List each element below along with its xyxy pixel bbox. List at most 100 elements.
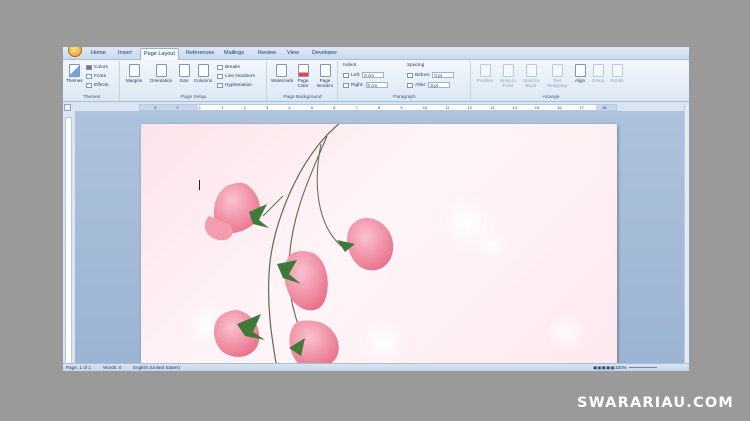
colors-button[interactable]: Colors <box>86 65 108 70</box>
ruler-number: 2 <box>176 105 179 110</box>
arrange-group-label: Arrange <box>542 95 560 100</box>
ruler-number: 11 <box>445 105 450 110</box>
breaks-label: Breaks <box>225 65 240 70</box>
vertical-ruler[interactable] <box>65 117 72 367</box>
group-label: Group <box>591 78 605 83</box>
breaks-button[interactable]: Breaks <box>217 65 240 70</box>
tab-selector-icon[interactable] <box>64 104 71 111</box>
spacing-before-input[interactable]: 0 pt <box>432 72 455 78</box>
office-button-icon[interactable] <box>68 47 82 57</box>
indent-right-row: Right: 0 cm <box>343 82 388 88</box>
ruler-number: 1 <box>221 105 224 110</box>
word-window: Home Insert Page Layout References Maili… <box>63 47 689 371</box>
rotate-icon <box>611 64 623 77</box>
rose-flower <box>204 182 269 241</box>
themes-icon <box>68 64 80 77</box>
spacing-title: Spacing <box>407 63 425 68</box>
effects-icon <box>86 83 92 88</box>
effects-button[interactable]: Effects <box>86 83 109 88</box>
tab-mailings[interactable]: Mailings <box>224 50 244 56</box>
size-button[interactable]: Size <box>177 64 191 83</box>
view-buttons[interactable]: ▣▣▣▣▣ <box>593 365 615 371</box>
zoom-level[interactable]: 100% <box>615 365 627 370</box>
page-background-group: Watermark Page Color Page Borders Page Bac… <box>268 61 338 101</box>
bokeh-circle <box>546 312 586 352</box>
position-label: Position <box>476 78 494 83</box>
themes-button[interactable]: Themes <box>66 64 83 83</box>
page-borders-button[interactable]: Page Borders <box>315 64 335 88</box>
ruler-number: 9 <box>400 105 403 110</box>
tab-view[interactable]: View <box>287 50 299 56</box>
text-wrapping-button[interactable]: Text Wrapping <box>545 64 569 88</box>
tab-home[interactable]: Home <box>91 50 106 56</box>
horizontal-ruler[interactable]: 3 2 1 1 2 3 4 5 6 7 8 9 10 11 12 13 14 15 16 17 18 <box>139 104 617 111</box>
indent-left-row: Left: 0 cm <box>343 72 385 78</box>
margins-button[interactable]: Margins <box>123 64 145 83</box>
ruler-number: 1 <box>198 105 202 110</box>
group-button[interactable]: Group <box>590 64 606 83</box>
hyphenation-icon <box>217 83 223 88</box>
columns-button[interactable]: Columns <box>192 64 214 83</box>
line-numbers-label: Line Numbers <box>225 74 255 79</box>
ruler-number: 4 <box>288 105 291 110</box>
tab-developer[interactable]: Developer <box>312 50 337 56</box>
send-to-back-button[interactable]: Send to Back <box>521 64 541 88</box>
hyphenation-button[interactable]: Hyphenation <box>217 83 252 88</box>
send-to-back-icon <box>525 64 537 77</box>
ribbon-tabs: Home Insert Page Layout References Maili… <box>63 47 689 60</box>
tab-insert[interactable]: Insert <box>118 50 132 56</box>
tab-page-layout[interactable]: Page Layout <box>140 48 179 60</box>
ruler-number: 15 <box>534 105 540 110</box>
page-count[interactable]: Page: 1 of 1 <box>66 365 91 370</box>
line-numbers-button[interactable]: Line Numbers <box>217 74 255 79</box>
flower-stem <box>316 143 342 247</box>
position-button[interactable]: Position <box>475 64 495 83</box>
ruler-number: 12 <box>467 105 473 110</box>
group-icon <box>592 64 604 77</box>
columns-icon <box>197 64 209 77</box>
spacing-before-icon <box>407 72 413 78</box>
colors-label: Colors <box>94 65 108 70</box>
status-bar: Page: 1 of 1 Words: 0 English (United St… <box>63 363 689 371</box>
site-watermark: SWARARIAU.COM <box>576 395 734 411</box>
size-icon <box>178 64 190 77</box>
zoom-slider[interactable] <box>629 367 657 368</box>
spacing-after-icon <box>407 82 413 88</box>
page-color-icon <box>297 64 309 77</box>
rose-flower <box>289 320 339 369</box>
page-setup-group-label: Page Setup <box>180 95 207 100</box>
paragraph-group-label: Paragraph <box>393 95 416 100</box>
fonts-button[interactable]: Fonts <box>86 74 106 79</box>
tab-references[interactable]: References <box>186 50 214 56</box>
margins-icon <box>128 64 140 77</box>
themes-group: Themes Colors Fonts Effects Themes <box>64 61 120 101</box>
ruler-number: 17 <box>579 105 585 110</box>
indent-left-input[interactable]: 0 cm <box>362 72 385 78</box>
ribbon: Themes Colors Fonts Effects Themes Margi… <box>63 60 689 102</box>
tab-review[interactable]: Review <box>258 50 276 56</box>
ruler-number: 2 <box>243 105 246 110</box>
colors-icon <box>86 65 92 70</box>
page-setup-group: Margins Orientation Size Columns Breaks … <box>121 61 267 101</box>
ruler-number: 3 <box>266 105 269 110</box>
indent-right-input[interactable]: 0 cm <box>365 82 388 88</box>
watermark-button[interactable]: Watermark <box>271 64 293 83</box>
paragraph-group: Indent Left: 0 cm Right: 0 cm Spacing Befo… <box>339 61 471 101</box>
hyphenation-label: Hyphenation <box>225 83 252 88</box>
spacing-after-input[interactable]: 8 pt <box>428 82 451 88</box>
align-button[interactable]: Align <box>572 64 588 83</box>
bokeh-circle <box>477 230 509 262</box>
rotate-label: Rotate <box>610 78 624 83</box>
document-page[interactable] <box>141 124 617 369</box>
themes-label: Themes <box>66 78 83 83</box>
vertical-scrollbar[interactable] <box>684 105 689 365</box>
page-color-button[interactable]: Page Color <box>294 64 312 88</box>
language-indicator[interactable]: English (United States) <box>133 365 180 370</box>
ruler-number: 13 <box>490 105 495 110</box>
spacing-after-row: After: 8 pt <box>407 82 451 88</box>
bring-to-front-icon <box>502 64 514 77</box>
word-count[interactable]: Words: 0 <box>103 365 121 370</box>
orientation-button[interactable]: Orientation <box>146 64 176 83</box>
rotate-button[interactable]: Rotate <box>608 64 626 83</box>
bring-to-front-button[interactable]: Bring to Front <box>497 64 519 88</box>
